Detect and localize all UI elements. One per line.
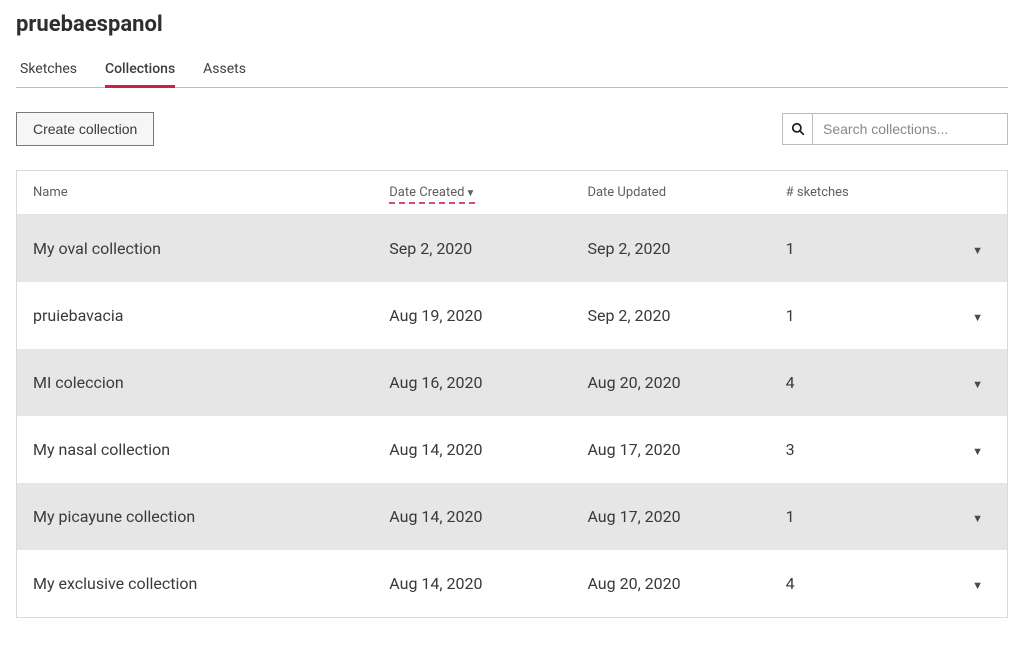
table-row[interactable]: My exclusive collection Aug 14, 2020 Aug…	[17, 550, 1008, 618]
cell-name: My nasal collection	[17, 416, 374, 483]
cell-date-updated: Aug 17, 2020	[571, 416, 769, 483]
cell-sketches-count: 3	[770, 416, 948, 483]
cell-date-created: Aug 19, 2020	[373, 282, 571, 349]
chevron-down-icon[interactable]: ▼	[972, 244, 983, 257]
cell-actions: ▼	[948, 215, 1007, 283]
cell-date-created: Aug 14, 2020	[373, 416, 571, 483]
cell-actions: ▼	[948, 483, 1007, 550]
search-input[interactable]	[812, 113, 1008, 145]
cell-name: pruiebavacia	[17, 282, 374, 349]
collections-table: Name Date Created▼ Date Updated # sketch…	[16, 170, 1008, 618]
column-header-sketches[interactable]: # sketches	[770, 171, 948, 215]
cell-actions: ▼	[948, 349, 1007, 416]
page-title: pruebaespanol	[16, 12, 1008, 37]
table-row[interactable]: My oval collection Sep 2, 2020 Sep 2, 20…	[17, 215, 1008, 283]
cell-date-updated: Aug 20, 2020	[571, 550, 769, 618]
search-icon	[782, 113, 812, 145]
chevron-down-icon[interactable]: ▼	[972, 445, 983, 458]
cell-sketches-count: 1	[770, 282, 948, 349]
table-row[interactable]: My picayune collection Aug 14, 2020 Aug …	[17, 483, 1008, 550]
cell-actions: ▼	[948, 416, 1007, 483]
column-header-date-updated[interactable]: Date Updated	[571, 171, 769, 215]
cell-sketches-count: 1	[770, 483, 948, 550]
column-header-date-created[interactable]: Date Created▼	[373, 171, 571, 215]
cell-sketches-count: 4	[770, 349, 948, 416]
table-row[interactable]: pruiebavacia Aug 19, 2020 Sep 2, 2020 1 …	[17, 282, 1008, 349]
cell-sketches-count: 4	[770, 550, 948, 618]
tab-collections[interactable]: Collections	[105, 53, 175, 87]
header-created-label: Date Created	[389, 185, 464, 200]
tab-sketches[interactable]: Sketches	[20, 53, 77, 87]
column-header-name[interactable]: Name	[17, 171, 374, 215]
table-row[interactable]: My nasal collection Aug 14, 2020 Aug 17,…	[17, 416, 1008, 483]
create-collection-button[interactable]: Create collection	[16, 112, 154, 146]
chevron-down-icon[interactable]: ▼	[972, 378, 983, 391]
cell-date-created: Sep 2, 2020	[373, 215, 571, 283]
tab-assets[interactable]: Assets	[203, 53, 246, 87]
cell-date-updated: Sep 2, 2020	[571, 282, 769, 349]
toolbar: Create collection	[16, 112, 1008, 146]
search-wrap	[782, 113, 1008, 145]
cell-name: My picayune collection	[17, 483, 374, 550]
cell-sketches-count: 1	[770, 215, 948, 283]
cell-date-updated: Aug 17, 2020	[571, 483, 769, 550]
cell-actions: ▼	[948, 550, 1007, 618]
cell-date-created: Aug 14, 2020	[373, 550, 571, 618]
chevron-down-icon[interactable]: ▼	[972, 311, 983, 324]
column-header-actions	[948, 171, 1007, 215]
cell-name: My exclusive collection	[17, 550, 374, 618]
cell-date-created: Aug 16, 2020	[373, 349, 571, 416]
sort-desc-icon: ▼	[465, 188, 475, 199]
cell-date-updated: Sep 2, 2020	[571, 215, 769, 283]
cell-date-created: Aug 14, 2020	[373, 483, 571, 550]
cell-name: My oval collection	[17, 215, 374, 283]
chevron-down-icon[interactable]: ▼	[972, 512, 983, 525]
chevron-down-icon[interactable]: ▼	[972, 579, 983, 592]
tabs-nav: Sketches Collections Assets	[16, 53, 1008, 88]
cell-date-updated: Aug 20, 2020	[571, 349, 769, 416]
cell-actions: ▼	[948, 282, 1007, 349]
table-row[interactable]: MI coleccion Aug 16, 2020 Aug 20, 2020 4…	[17, 349, 1008, 416]
cell-name: MI coleccion	[17, 349, 374, 416]
